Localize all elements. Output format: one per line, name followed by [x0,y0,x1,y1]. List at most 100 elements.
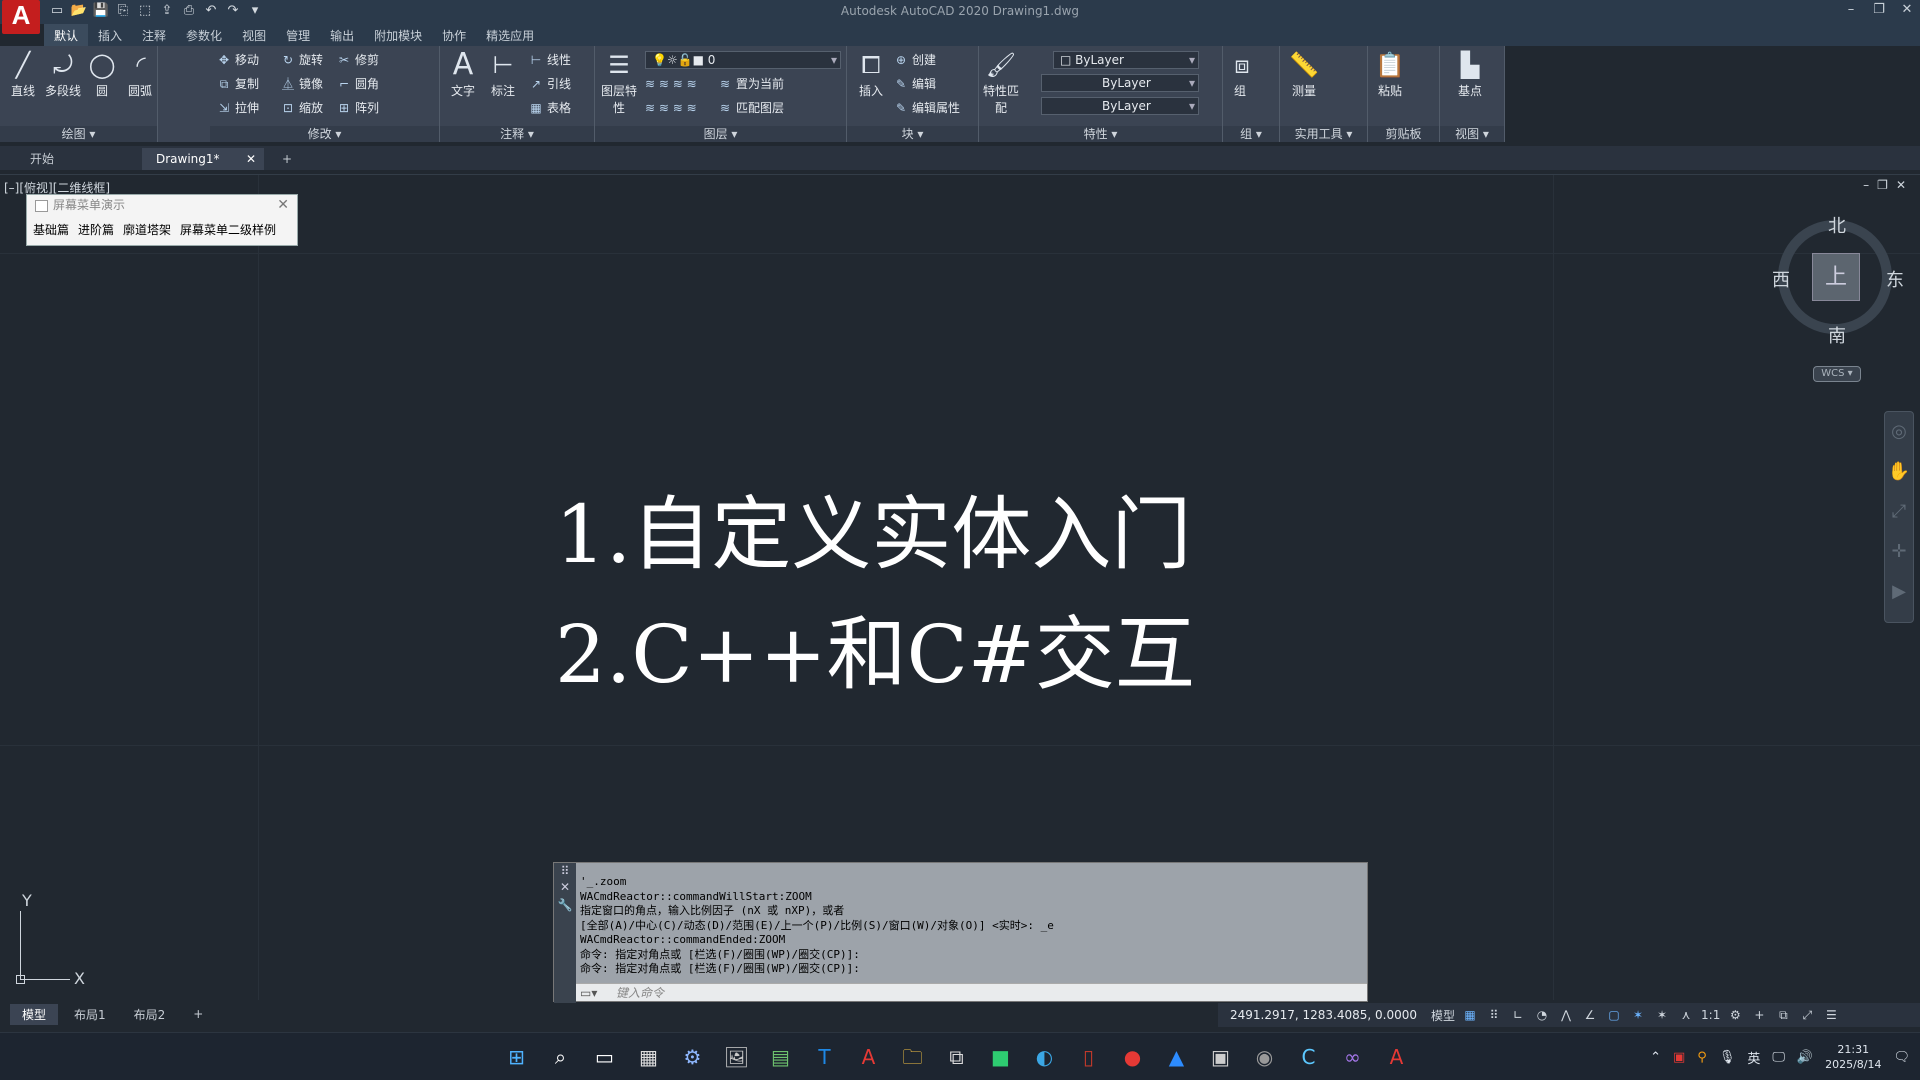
file-explorer-icon[interactable]: 🗀 [896,1041,929,1073]
task-view-icon[interactable]: ▭ [588,1041,621,1073]
minimize-icon[interactable]: – [1844,2,1858,17]
move-button[interactable]: ✥ 移动 [216,50,259,70]
close-icon[interactable]: ✕ [1900,2,1914,17]
tab-default[interactable]: 默认 [44,24,89,46]
arc-button[interactable]: ◜ 圆弧 [124,50,156,99]
annotation-scale-value[interactable]: 1:1 [1701,1008,1720,1022]
layer-tools-row1[interactable]: ≋ ≋ ≋ ≋ [645,74,697,94]
new-tab-button[interactable]: + [272,148,296,170]
command-prompt-icon[interactable]: ▭▾ [580,984,597,1002]
autocad-icon[interactable]: A [852,1041,885,1073]
trim-button[interactable]: ✂ 修剪 [336,50,379,70]
array-button[interactable]: ⊞ 阵列 [336,98,379,118]
screen-menu-item-advanced[interactable]: 进阶篇 [78,221,114,238]
command-input[interactable]: ▭▾ 键入命令 [576,983,1367,1001]
tray-app-icon[interactable]: ▣ [1673,1050,1685,1065]
tab-view[interactable]: 视图 [232,24,276,46]
tab-drawing1[interactable]: Drawing1* ✕ [142,148,264,170]
tab-annotate[interactable]: 注释 [132,24,176,46]
leader-button[interactable]: ↗ 引线 [528,74,571,94]
network-icon[interactable]: 🖵 [1772,1050,1785,1065]
orbit-icon[interactable]: ✛ [1885,532,1913,572]
linear-button[interactable]: ⊢ 线性 [528,50,571,70]
close-command-icon[interactable]: ✕ [554,880,576,894]
add-layout-button[interactable]: + [181,1005,215,1023]
drawing-text-line2[interactable]: 2.C++和C#交互 [555,595,1195,715]
layers-panel-title[interactable]: 图层 ▾ [595,126,846,142]
drawing-text-line1[interactable]: 1.自定义实体入门 [555,475,1195,595]
properties-panel-title[interactable]: 特性 ▾ [979,126,1222,142]
compass-south[interactable]: 南 [1828,322,1846,348]
match-properties-button[interactable]: 🖌 特性匹配 [983,50,1019,116]
table-button[interactable]: ▦ 表格 [528,98,571,118]
viewport-restore-icon[interactable]: ❐ [1877,178,1888,192]
create-block-button[interactable]: ⊕ 创建 [893,50,936,70]
block-panel-title[interactable]: 块 ▾ [847,126,978,142]
multi-window-icon[interactable]: ⧉ [940,1041,973,1073]
tab-insert[interactable]: 插入 [88,24,132,46]
screen-menu-item-tower[interactable]: 廓道塔架 [123,221,171,238]
text-button[interactable]: A 文字 [444,50,482,99]
green-app-icon[interactable]: ■ [984,1041,1017,1073]
match-layer-button[interactable]: ≋ 匹配图层 [717,98,784,118]
settings-app-icon[interactable]: ⚙ [676,1041,709,1073]
paste-button[interactable]: 📋 粘贴 [1372,50,1408,99]
color-dropdown[interactable]: □ ByLayer [1053,51,1199,69]
coordinates-readout[interactable]: 2491.2917, 1283.4085, 0.0000 [1222,1008,1425,1022]
annotation-monitor-icon[interactable]: + [1750,1008,1768,1022]
linetype-dropdown[interactable]: ByLayer [1041,74,1199,92]
microphone-icon[interactable]: 🎙 [1719,1050,1736,1065]
clipboard-panel-title[interactable]: 剪贴板 [1368,126,1439,142]
insert-button[interactable]: ⧠ 插入 [851,50,891,99]
draw-panel-title[interactable]: 绘图 ▾ [0,126,157,142]
annotation-scale-icon[interactable]: ⋏ [1677,1008,1695,1022]
c-app-icon[interactable]: C [1292,1041,1325,1073]
tab-output[interactable]: 输出 [320,24,364,46]
search-icon[interactable]: ⌕ [544,1041,577,1073]
workspace-gear-icon[interactable]: ⚙ [1726,1008,1744,1022]
github-icon[interactable]: ◉ [1248,1041,1281,1073]
red-app-icon[interactable]: ● [1116,1041,1149,1073]
layer-tools-row2[interactable]: ≋ ≋ ≋ ≋ [645,98,697,118]
notepad-icon[interactable]: ▤ [764,1041,797,1073]
wcs-dropdown[interactable]: WCS ▾ [1813,366,1861,382]
group-button[interactable]: ⧈ 组 [1225,50,1255,99]
base-view-button[interactable]: ▙ 基点 [1448,50,1492,99]
view-panel-title[interactable]: 视图 ▾ [1440,126,1504,142]
tab-manage[interactable]: 管理 [276,24,320,46]
autocad-running-icon[interactable]: A [1380,1041,1413,1073]
edit-attributes-button[interactable]: ✎ 编辑属性 [893,98,960,118]
system-clock[interactable]: 21:31 2025/8/14 [1825,1042,1881,1072]
command-window-grip[interactable]: ⠿ ✕ 🔧 [554,863,576,1003]
object-snap-tracking-icon[interactable]: ∠ [1581,1008,1599,1022]
pan-icon[interactable]: ✋ [1885,452,1913,492]
tray-overflow-icon[interactable]: ⌃ [1650,1050,1661,1065]
screen-menu-item-basic[interactable]: 基础篇 [33,221,69,238]
customization-menu-icon[interactable]: ☰ [1822,1008,1840,1022]
snap-icon[interactable]: ⠿ [1485,1008,1503,1022]
polyline-button[interactable]: ⤾ 多段线 [42,50,84,99]
stretch-button[interactable]: ⇲ 拉伸 [216,98,259,118]
circle-button[interactable]: ◯ 圆 [84,50,120,99]
windows-start-icon[interactable]: ⊞ [500,1041,533,1073]
modify-panel-title[interactable]: 修改 ▾ [210,126,439,142]
book-app-icon[interactable]: ▯ [1072,1041,1105,1073]
blue-app-icon[interactable]: ▲ [1160,1041,1193,1073]
customize-wrench-icon[interactable]: 🔧 [554,898,576,912]
clean-screen-icon[interactable]: ⤢ [1798,1008,1816,1023]
showmotion-icon[interactable]: ▶ [1885,572,1913,612]
ime-indicator[interactable]: 英 [1747,1048,1760,1067]
line-button[interactable]: ╱ 直线 [4,50,42,99]
tab-collaborate[interactable]: 协作 [432,24,476,46]
tab-start[interactable]: 开始 [20,148,140,170]
model-space-toggle[interactable]: 模型 [1431,1007,1455,1024]
zoom-extents-icon[interactable]: ⤢ [1885,492,1913,532]
auto-scale-icon[interactable]: ✶ [1653,1008,1671,1022]
tray-search-icon[interactable]: ⚲ [1697,1050,1707,1065]
tab-layout2[interactable]: 布局2 [122,1004,178,1025]
tab-featured-apps[interactable]: 精选应用 [476,24,544,46]
fillet-button[interactable]: ⌐ 圆角 [336,74,379,94]
polar-icon[interactable]: ◔ [1533,1008,1551,1022]
viewcube[interactable]: 上 北 南 东 西 [1760,210,1910,347]
screenshot-app-icon[interactable]: ▣ [1204,1041,1237,1073]
